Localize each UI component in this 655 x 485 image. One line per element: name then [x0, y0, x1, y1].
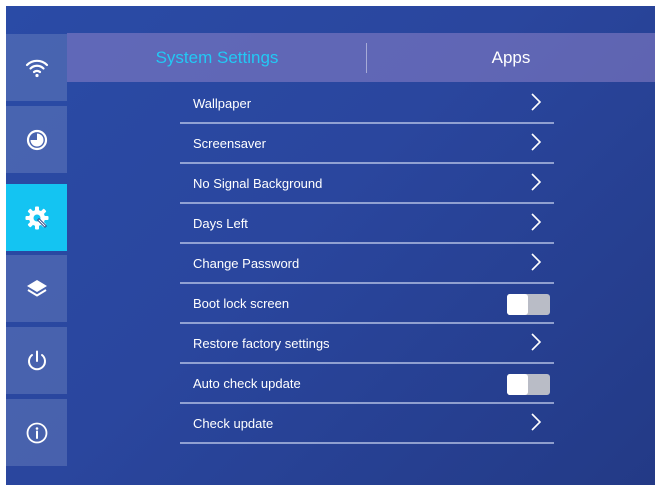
tab-apps[interactable]: Apps: [367, 33, 655, 82]
chevron-right-icon: [531, 333, 542, 351]
chevron-right-icon: [531, 133, 542, 151]
clock-icon: [26, 129, 47, 150]
auto-check-update-toggle[interactable]: [507, 374, 550, 395]
chevron-right-icon: [531, 173, 542, 191]
sidebar-item-settings[interactable]: [6, 184, 67, 251]
setting-label: Screensaver: [193, 136, 266, 151]
chevron-right-icon: [531, 213, 542, 231]
setting-label: Auto check update: [193, 376, 301, 391]
setting-no-signal-background[interactable]: No Signal Background: [180, 164, 554, 204]
chevron-right-icon: [531, 413, 542, 431]
boot-lock-screen-toggle[interactable]: [507, 294, 550, 315]
setting-boot-lock-screen: Boot lock screen: [180, 284, 554, 324]
setting-label: Boot lock screen: [193, 296, 290, 311]
setting-label: Check update: [193, 416, 274, 431]
toggle-knob: [507, 294, 528, 315]
sidebar-item-wifi[interactable]: [6, 34, 67, 101]
gear-icon: [25, 206, 48, 229]
setting-label: Restore factory settings: [193, 336, 330, 351]
setting-days-left[interactable]: Days Left: [180, 204, 554, 244]
settings-screen: System Settings Apps Wallpaper Screensav…: [6, 6, 655, 485]
setting-check-update[interactable]: Check update: [180, 404, 554, 444]
setting-screensaver[interactable]: Screensaver: [180, 124, 554, 164]
setting-change-password[interactable]: Change Password: [180, 244, 554, 284]
sidebar-item-power[interactable]: [6, 327, 67, 394]
setting-restore-factory-settings[interactable]: Restore factory settings: [180, 324, 554, 364]
sidebar-item-info[interactable]: [6, 399, 67, 466]
setting-wallpaper[interactable]: Wallpaper: [180, 84, 554, 124]
setting-auto-check-update: Auto check update: [180, 364, 554, 404]
chevron-right-icon: [531, 253, 542, 271]
setting-label: No Signal Background: [193, 176, 323, 191]
info-icon: [26, 422, 47, 443]
tab-bar: System Settings Apps: [67, 33, 655, 82]
sidebar-item-clock[interactable]: [6, 106, 67, 173]
setting-label: Change Password: [193, 256, 300, 271]
chevron-right-icon: [531, 93, 542, 111]
wifi-icon: [25, 59, 48, 77]
setting-label: Days Left: [193, 216, 248, 231]
power-icon: [27, 350, 46, 370]
sidebar-item-layers[interactable]: [6, 255, 67, 322]
tab-system-settings[interactable]: System Settings: [67, 33, 367, 82]
toggle-knob: [507, 374, 528, 395]
layers-icon: [26, 279, 47, 296]
setting-label: Wallpaper: [193, 96, 252, 111]
